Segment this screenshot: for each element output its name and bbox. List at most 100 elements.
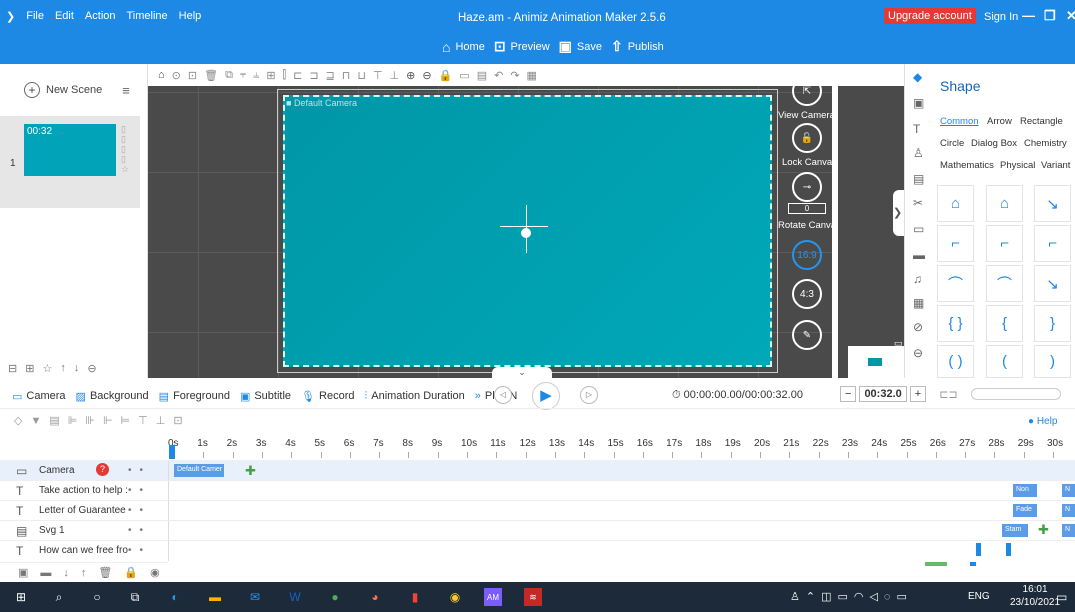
animation-block[interactable]: Non bbox=[1013, 484, 1037, 497]
align-top-icon[interactable]: ⫧ bbox=[240, 69, 246, 82]
video-tab-icon[interactable]: ▦ bbox=[913, 296, 924, 310]
tray-icons[interactable]: ♙⌃◫▭◠◁◌▭ bbox=[790, 590, 913, 603]
more-icon[interactable]: ⊡ bbox=[173, 414, 182, 427]
record-button[interactable]: Record bbox=[319, 390, 354, 402]
down-icon[interactable]: ↓ bbox=[63, 567, 69, 579]
align-left-icon[interactable]: ⫿ bbox=[283, 69, 287, 82]
menu-file[interactable]: File bbox=[26, 10, 44, 23]
scene-thumbnail[interactable]: 00:32 bbox=[24, 124, 116, 176]
svg-tab-icon[interactable]: ▤ bbox=[913, 172, 924, 186]
lock-canvas-icon[interactable]: 🔓 bbox=[792, 123, 822, 153]
animation-block[interactable]: Fade bbox=[1013, 504, 1037, 517]
animation-block[interactable]: Stam bbox=[1002, 524, 1028, 537]
play-next-icon[interactable]: » bbox=[475, 390, 481, 402]
category-mathematics[interactable]: Mathematics bbox=[940, 160, 994, 171]
shape-item[interactable]: ⌂ bbox=[986, 185, 1023, 222]
split-icon[interactable]: ⊤ bbox=[138, 414, 148, 427]
help-link[interactable]: ● Help bbox=[1028, 416, 1057, 427]
ellipsis-icon[interactable]: ⊙ bbox=[172, 69, 181, 82]
cortana-icon[interactable]: ○ bbox=[88, 588, 106, 606]
foreground-button[interactable]: Foreground bbox=[173, 390, 230, 402]
star-icon[interactable]: ☆ bbox=[42, 362, 52, 375]
distribute-icon[interactable]: ⊒ bbox=[326, 69, 335, 82]
up-icon[interactable]: ↑ bbox=[60, 362, 66, 375]
paste-icon[interactable]: ▤ bbox=[477, 69, 487, 82]
grid-icon[interactable]: ⊞ bbox=[266, 69, 275, 82]
collapse-timeline-icon[interactable]: ⌄ bbox=[492, 367, 552, 379]
animation-block[interactable]: Default Camer bbox=[174, 464, 224, 477]
increase-duration-button[interactable]: + bbox=[909, 386, 927, 402]
word-icon[interactable]: W bbox=[286, 588, 304, 606]
shape-item[interactable]: ⌒ bbox=[937, 265, 974, 302]
shape-item[interactable]: ⌐ bbox=[986, 225, 1023, 262]
animation-block[interactable]: N bbox=[1062, 504, 1075, 517]
lock-icon[interactable]: 🔒 bbox=[124, 566, 138, 579]
shape-item[interactable]: { } bbox=[937, 305, 974, 342]
office-icon[interactable]: ▮ bbox=[406, 588, 424, 606]
shape-item[interactable]: { bbox=[986, 305, 1023, 342]
shape-item[interactable]: } bbox=[1034, 305, 1071, 342]
distribute-v-icon[interactable]: ⊓ bbox=[342, 69, 351, 82]
layer-visibility-icon[interactable]: •• bbox=[128, 525, 151, 536]
edge-icon[interactable]: ◐ bbox=[166, 588, 184, 606]
new-scene-button[interactable]: + New Scene ≡ bbox=[24, 82, 130, 98]
zoom-out-icon[interactable]: ⊖ bbox=[422, 69, 431, 82]
language-indicator[interactable]: ENG bbox=[968, 591, 990, 602]
snap-icon[interactable]: ⊨ bbox=[121, 414, 131, 427]
layer-visibility-icon[interactable]: •• bbox=[128, 465, 151, 476]
group-icon[interactable]: ⊡ bbox=[188, 69, 197, 82]
category-common[interactable]: Common bbox=[940, 116, 979, 127]
view-camera-icon[interactable]: ⇱ bbox=[792, 76, 822, 106]
search-icon[interactable]: ⌕ bbox=[50, 588, 68, 606]
animation-block[interactable]: N bbox=[1062, 484, 1075, 497]
app-icon[interactable]: ● bbox=[326, 588, 344, 606]
layer-row[interactable]: T Take action to help : •• bbox=[0, 480, 1075, 501]
shape-item[interactable]: ( ) bbox=[937, 345, 974, 378]
category-chemistry[interactable]: Chemistry bbox=[1024, 138, 1067, 149]
music-tab-icon[interactable]: ♫ bbox=[913, 272, 922, 286]
folder-tab-icon[interactable]: ▬ bbox=[913, 248, 925, 262]
bubble-tab-icon[interactable]: ▭ bbox=[913, 222, 924, 236]
menu-edit[interactable]: Edit bbox=[55, 10, 74, 23]
restore-button[interactable]: ❐ bbox=[1044, 8, 1056, 24]
flip-icon[interactable]: ⊔ bbox=[357, 69, 366, 82]
clock[interactable]: 16:01 23/10/2021 bbox=[1010, 583, 1060, 609]
layer-track[interactable] bbox=[168, 460, 1075, 481]
layer-down-icon[interactable]: ⊥ bbox=[390, 69, 400, 82]
merge-icon[interactable]: ⊥ bbox=[156, 414, 166, 427]
animation-block[interactable]: N bbox=[1062, 524, 1075, 537]
shape-item[interactable]: ↘ bbox=[1034, 265, 1071, 302]
subtitle-icon[interactable]: ▣ bbox=[240, 390, 250, 403]
publish-icon[interactable]: ⇧ bbox=[611, 38, 623, 55]
layer-row[interactable]: ▭ Camera •• bbox=[0, 460, 1075, 481]
home-icon[interactable]: ⌂ bbox=[442, 39, 450, 55]
record-icon[interactable]: 🎙 bbox=[301, 390, 315, 403]
animation-duration-button[interactable]: Animation Duration bbox=[371, 390, 465, 402]
category-arrow[interactable]: Arrow bbox=[987, 116, 1012, 127]
trash-icon[interactable]: 🗑 bbox=[98, 566, 112, 579]
add-keyframe-icon[interactable]: ✚ bbox=[1038, 522, 1049, 538]
prev-frame-icon[interactable]: ◁ bbox=[494, 386, 512, 404]
scene-actions-icon[interactable]: ▯ ▯ ▯ ▯ ☆ bbox=[121, 124, 129, 174]
preview-icon[interactable]: ⊡ bbox=[494, 38, 506, 55]
rotate-icon[interactable]: ⊸ bbox=[792, 172, 822, 202]
effect-tab-icon[interactable]: ⊘ bbox=[913, 320, 923, 334]
menu-help[interactable]: Help bbox=[179, 10, 202, 23]
align-center-icon[interactable]: ⊏ bbox=[293, 69, 302, 82]
ratio-43-button[interactable]: 4:3 bbox=[792, 279, 822, 309]
rotate-value[interactable]: 0 bbox=[788, 203, 826, 214]
app-red-icon[interactable]: ≋ bbox=[524, 588, 542, 606]
align-right-icon[interactable]: ⊐ bbox=[309, 69, 318, 82]
track-block[interactable] bbox=[970, 562, 976, 566]
task-view-icon[interactable]: ⧉ bbox=[126, 588, 144, 606]
more-icon[interactable]: ⊖ bbox=[87, 362, 96, 375]
scene-list-icon[interactable]: ≡ bbox=[122, 83, 130, 98]
preview-button[interactable]: Preview bbox=[511, 41, 550, 53]
next-frame-icon[interactable]: ▷ bbox=[580, 386, 598, 404]
layer-track[interactable] bbox=[168, 480, 1075, 501]
animiz-icon[interactable]: AM bbox=[484, 588, 502, 606]
eye-icon[interactable]: ◉ bbox=[150, 566, 160, 579]
layer-track[interactable] bbox=[168, 540, 1075, 561]
shape-item[interactable]: ) bbox=[1034, 345, 1071, 378]
playhead[interactable] bbox=[169, 445, 175, 459]
